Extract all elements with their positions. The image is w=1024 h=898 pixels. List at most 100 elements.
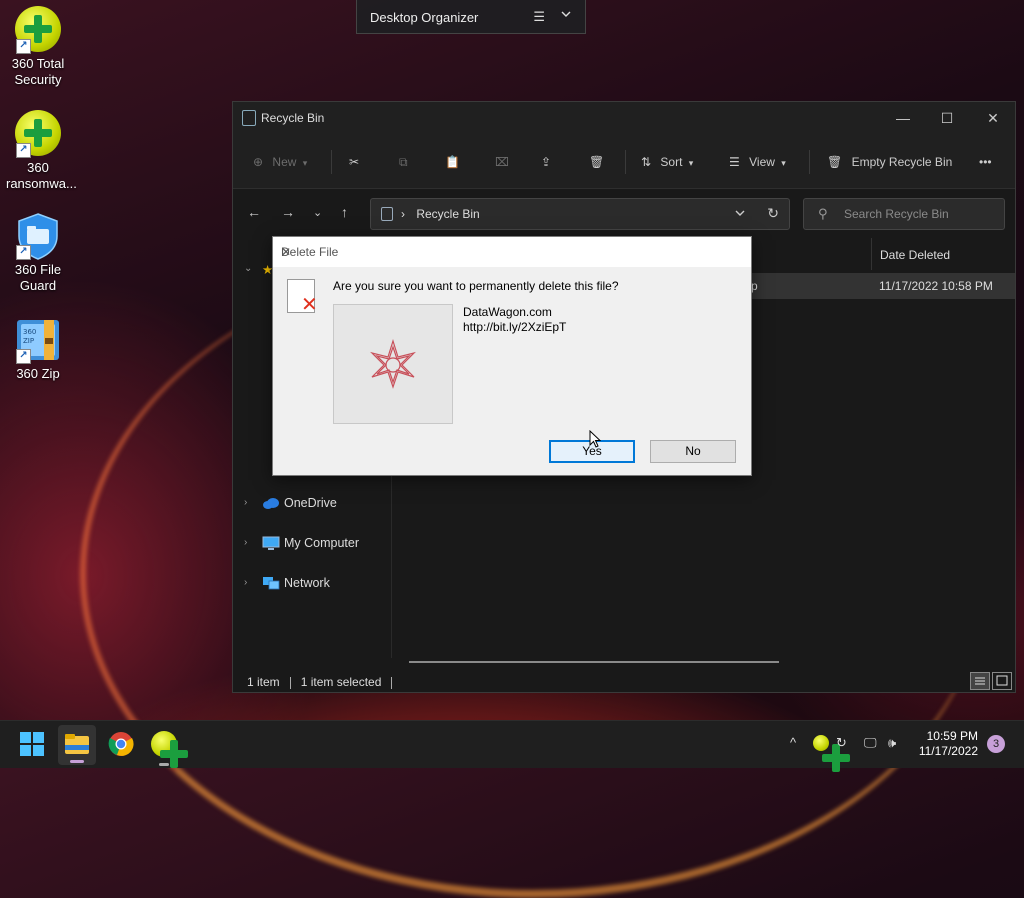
no-button[interactable]: No (650, 440, 736, 463)
search-box[interactable]: ⚲ (803, 198, 1005, 230)
sort-button[interactable]: ⇅ Sort ▾ (641, 152, 693, 172)
volume-icon[interactable]: 🕪 (888, 735, 896, 751)
view-button[interactable]: ☰ View ▾ (729, 152, 786, 172)
organizer-title: Desktop Organizer (370, 10, 479, 25)
desktop-icon-360-ransomware[interactable]: ↗ 360 ransomwa... (6, 110, 77, 192)
chrome-icon[interactable] (108, 731, 136, 759)
search-input[interactable] (842, 206, 996, 222)
address-bar[interactable]: › Recycle Bin ↻ (370, 198, 790, 230)
shortcut-arrow-icon: ↗ (16, 349, 31, 364)
copy-icon[interactable]: ⧉ (399, 152, 408, 172)
expand-chevron-icon[interactable]: › (244, 537, 247, 548)
chevron-down-icon[interactable] (561, 9, 571, 21)
empty-recycle-bin-button[interactable]: 🗑 Empty Recycle Bin (827, 152, 952, 172)
rename-icon[interactable]: ⌧ (495, 152, 509, 172)
sync-alert-icon[interactable]: ↻ (836, 735, 847, 751)
command-bar: ⊕ New ▾ ✂ ⧉ 📋 ⌧ ⇪ 🗑 ⇅ Sort ▾ ☰ View ▾ 🗑 … (233, 134, 1015, 189)
recent-locations-chevron-icon[interactable]: ⌄ (313, 206, 322, 219)
desktop-icon-label: 360 Zip (16, 366, 60, 381)
close-icon[interactable]: ✕ (281, 245, 743, 259)
chevron-down-icon: ▾ (688, 158, 694, 168)
desktop-organizer-bar[interactable]: Desktop Organizer ☰ (356, 0, 586, 34)
file-info: DataWagon.com http://bit.ly/2XziEpT (463, 305, 566, 335)
large-icons-view-button[interactable] (992, 672, 1012, 690)
window-title: Recycle Bin (261, 111, 325, 125)
nav-item-my-computer[interactable]: › My Computer (233, 530, 391, 558)
forward-arrow-icon[interactable]: → (281, 204, 295, 220)
new-button[interactable]: ⊕ New ▾ (253, 152, 307, 172)
nav-item-network[interactable]: › Network (233, 570, 391, 598)
file-explorer-taskbar-button[interactable] (58, 725, 96, 765)
file-thumbnail (333, 304, 453, 424)
360-ransomware-icon: ↗ (14, 110, 62, 158)
recycle-bin-icon (381, 207, 393, 221)
maximize-button[interactable]: ☐ (937, 108, 957, 128)
shortcut-arrow-icon: ↗ (16, 245, 31, 260)
red-x-icon: ✕ (301, 294, 318, 316)
nav-item-onedrive[interactable]: › OneDrive (233, 490, 391, 518)
column-header-date-deleted[interactable]: Date Deleted (871, 238, 1017, 270)
desktop-icon-360-file-guard[interactable]: ↗ 360 File Guard (6, 212, 70, 294)
breadcrumb-separator: › (401, 207, 405, 221)
decorative-star-icon (370, 339, 416, 389)
chevron-down-icon: ▾ (781, 158, 786, 168)
desktop-icon-label: 360 Total Security (11, 56, 65, 87)
clock-date: 11/17/2022 (918, 744, 978, 758)
expand-chevron-icon[interactable]: › (244, 577, 247, 588)
minimize-button[interactable]: — (893, 108, 913, 128)
zip-archive-icon: 360 ZIP ↗ (14, 316, 62, 364)
shield-folder-icon: ↗ (14, 212, 62, 260)
paste-icon[interactable]: 📋 (445, 152, 460, 172)
desktop-icon-360-total-security[interactable]: ↗ 360 Total Security (6, 6, 70, 88)
360-total-security-taskbar-icon[interactable] (151, 731, 188, 768)
desktop-icon-360-zip[interactable]: 360 ZIP ↗ 360 Zip (6, 316, 70, 382)
expand-chevron-icon[interactable]: › (244, 497, 247, 508)
status-bar: 1 item 1 item selected (247, 675, 402, 689)
more-options-icon[interactable]: ••• (979, 152, 992, 172)
address-dropdown-icon[interactable] (735, 206, 745, 220)
refresh-icon[interactable]: ↻ (767, 205, 779, 222)
view-lines-icon: ☰ (729, 155, 740, 169)
item-count: 1 item (247, 675, 280, 689)
details-view-button[interactable] (970, 672, 990, 690)
shortcut-arrow-icon: ↗ (16, 143, 31, 158)
delete-icon[interactable]: 🗑 (589, 152, 604, 172)
shortcut-arrow-icon: ↗ (16, 39, 31, 54)
close-button[interactable]: ✕ (983, 108, 1003, 128)
delete-file-dialog: Delete File ✕ ✕ Are you sure you want to… (272, 236, 752, 476)
cut-icon[interactable]: ✂ (349, 152, 359, 172)
breadcrumb[interactable]: › Recycle Bin (401, 207, 480, 221)
computer-icon (262, 536, 280, 550)
desktop-icon-label: 360 File Guard (14, 262, 62, 293)
svg-text:360: 360 (23, 328, 36, 336)
menu-icon[interactable]: ☰ (533, 9, 545, 25)
file-name-fragment: p (751, 279, 758, 293)
clock-time: 10:59 PM (926, 729, 978, 743)
expand-chevron-icon[interactable]: ⌄ (244, 263, 252, 274)
cloud-icon (262, 496, 279, 510)
mouse-cursor-icon (589, 430, 601, 448)
breadcrumb-recycle-bin[interactable]: Recycle Bin (416, 207, 479, 221)
folder-icon (65, 734, 89, 754)
navigation-row: ← → ⌄ ↑ › Recycle Bin ↻ ⚲ (233, 188, 1015, 238)
file-name: DataWagon.com (463, 305, 552, 319)
network-tray-icon[interactable]: 🖵 (864, 735, 877, 751)
date-deleted-cell: 11/17/2022 10:58 PM (879, 279, 993, 293)
horizontal-scrollbar[interactable] (409, 661, 779, 663)
up-arrow-icon[interactable]: ↑ (341, 204, 348, 220)
back-arrow-icon[interactable]: ← (247, 204, 261, 220)
show-hidden-icons-chevron[interactable]: ^ (790, 735, 796, 750)
dialog-titlebar[interactable]: Delete File ✕ (273, 237, 751, 267)
notification-badge[interactable]: 3 (987, 735, 1005, 753)
sort-icon: ⇅ (641, 155, 652, 169)
360-tray-icon[interactable] (813, 735, 850, 772)
network-icon (262, 576, 280, 590)
explorer-titlebar[interactable]: Recycle Bin — ☐ ✕ (233, 102, 1015, 134)
clock[interactable]: 10:59 PM 11/17/2022 (919, 729, 978, 759)
share-icon[interactable]: ⇪ (541, 152, 551, 172)
search-icon: ⚲ (818, 206, 828, 221)
start-button-windows-icon[interactable] (19, 731, 47, 759)
recycle-bin-icon (242, 110, 256, 126)
360-total-security-icon: ↗ (14, 6, 62, 54)
trash-icon: 🗑 (827, 155, 843, 169)
